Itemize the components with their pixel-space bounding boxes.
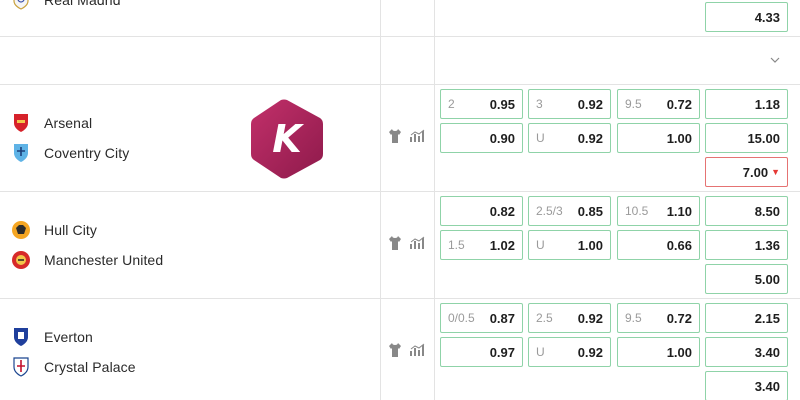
1x2-home-odd[interactable]: 1.18 <box>705 89 788 119</box>
half-odd[interactable]: 9.5 0.72 <box>617 89 700 119</box>
row-divider <box>0 298 800 299</box>
half-odd[interactable]: 1.00 <box>617 337 700 367</box>
column-divider <box>434 0 435 400</box>
column-divider <box>380 0 381 400</box>
under-odd[interactable]: U 0.92 <box>528 123 611 153</box>
team-hull-city[interactable]: Hull City <box>10 218 97 242</box>
1x2-away-odd[interactable]: 15.00 <box>705 123 788 153</box>
k-logo-icon: K <box>251 99 323 179</box>
team-crystal-palace[interactable]: Crystal Palace <box>10 355 136 379</box>
handicap-away-odd[interactable]: 0.97 <box>440 337 523 367</box>
hull-crest-icon <box>10 219 32 241</box>
real-madrid-crest-icon <box>10 0 32 11</box>
odd-button[interactable]: 4.33 <box>705 2 788 32</box>
over-odd[interactable]: 2.5/3 0.85 <box>528 196 611 226</box>
team-name: Coventry City <box>44 145 130 161</box>
half-odd[interactable]: 0.66 <box>617 230 700 260</box>
team-everton[interactable]: Everton <box>10 325 93 349</box>
handicap-away-odd[interactable]: 0.90 <box>440 123 523 153</box>
jersey-icon[interactable] <box>388 342 402 358</box>
team-name: Arsenal <box>44 115 93 131</box>
over-odd[interactable]: 2.5 0.92 <box>528 303 611 333</box>
under-odd[interactable]: U 0.92 <box>528 337 611 367</box>
coventry-crest-icon <box>10 142 32 164</box>
1x2-away-odd[interactable]: 3.40 <box>705 337 788 367</box>
crystal-palace-crest-icon <box>10 356 32 378</box>
half-odd[interactable]: 10.5 1.10 <box>617 196 700 226</box>
man-utd-crest-icon <box>10 249 32 271</box>
team-arsenal[interactable]: Arsenal <box>10 111 92 135</box>
jersey-icon[interactable] <box>388 235 402 251</box>
1x2-draw-odd[interactable]: 7.00 ▼ <box>705 157 788 187</box>
team-name: Everton <box>44 329 93 345</box>
everton-crest-icon <box>10 326 32 348</box>
team-real-madrid[interactable]: Real Madrid <box>10 0 121 12</box>
arsenal-crest-icon <box>10 112 32 134</box>
1x2-draw-odd[interactable]: 3.40 <box>705 371 788 400</box>
over-odd[interactable]: 3 0.92 <box>528 89 611 119</box>
handicap-home-odd[interactable]: 0.82 <box>440 196 523 226</box>
1x2-draw-odd[interactable]: 5.00 <box>705 264 788 294</box>
team-name: Crystal Palace <box>44 359 136 375</box>
half-odd[interactable]: 9.5 0.72 <box>617 303 700 333</box>
1x2-home-odd[interactable]: 2.15 <box>705 303 788 333</box>
under-odd[interactable]: U 1.00 <box>528 230 611 260</box>
logo-letter: K <box>272 117 304 161</box>
handicap-home-odd[interactable]: 2 0.95 <box>440 89 523 119</box>
half-odd[interactable]: 1.00 <box>617 123 700 153</box>
1x2-away-odd[interactable]: 1.36 <box>705 230 788 260</box>
stats-icon[interactable] <box>410 236 426 250</box>
row-divider <box>0 36 800 37</box>
team-name: Hull City <box>44 222 98 238</box>
handicap-away-odd[interactable]: 1.5 1.02 <box>440 230 523 260</box>
row-divider <box>0 84 800 85</box>
stats-icon[interactable] <box>410 343 426 357</box>
team-coventry-city[interactable]: Coventry City <box>10 141 129 165</box>
stats-icon[interactable] <box>410 129 426 143</box>
odd-down-arrow-icon: ▼ <box>771 167 780 177</box>
1x2-home-odd[interactable]: 8.50 <box>705 196 788 226</box>
row-divider <box>0 191 800 192</box>
team-manchester-united[interactable]: Manchester United <box>10 248 163 272</box>
jersey-icon[interactable] <box>388 128 402 144</box>
team-name: Manchester United <box>44 252 164 268</box>
handicap-home-odd[interactable]: 0/0.5 0.87 <box>440 303 523 333</box>
team-name: Real Madrid <box>44 0 121 8</box>
chevron-down-icon[interactable] <box>770 55 780 65</box>
